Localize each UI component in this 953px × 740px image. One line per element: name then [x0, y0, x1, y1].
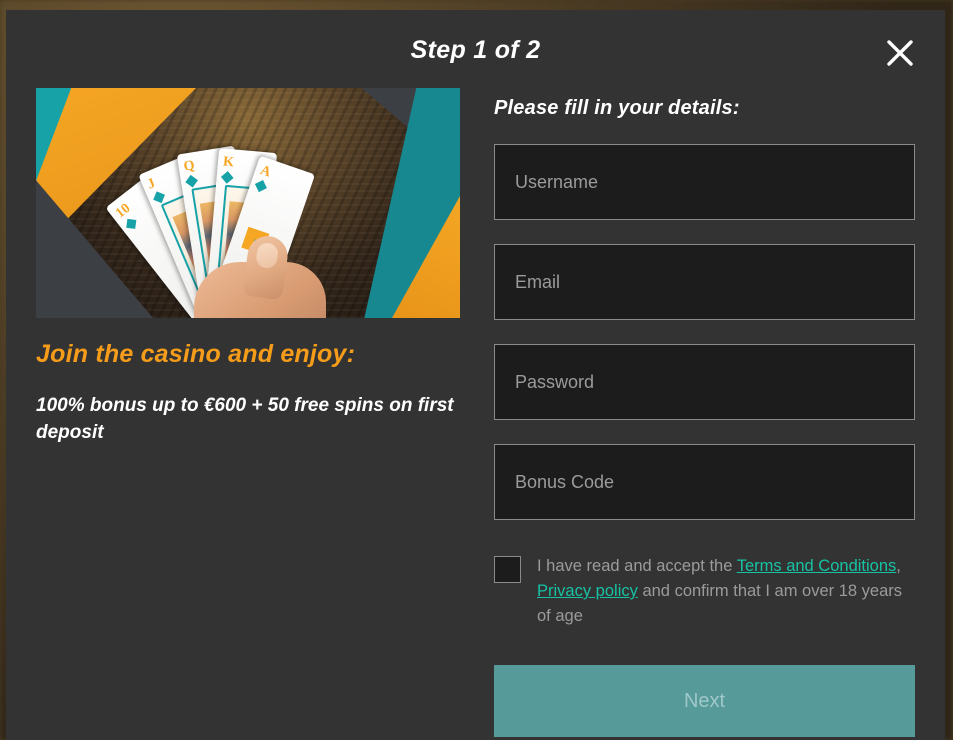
next-button[interactable]: Next	[494, 665, 915, 738]
diamond-pip-icon	[254, 180, 267, 193]
page-title: Step 1 of 2	[410, 36, 541, 64]
promo-subtext: 100% bonus up to €600 + 50 free spins on…	[36, 395, 454, 443]
diamond-pip-icon	[153, 191, 165, 204]
terms-middle: ,	[896, 557, 901, 575]
form-heading: Please fill in your details:	[494, 97, 740, 119]
registration-form: Please fill in your details: Username Em…	[494, 88, 915, 738]
username-placeholder: Username	[515, 171, 599, 192]
terms-prefix: I have read and accept the	[537, 557, 737, 575]
hand-illustration	[194, 232, 332, 318]
terms-checkbox[interactable]	[494, 556, 521, 583]
diamond-pip-icon	[126, 218, 137, 229]
diamond-pip-icon	[185, 174, 198, 188]
password-placeholder: Password	[515, 371, 595, 392]
next-button-label: Next	[683, 689, 726, 712]
promo-image: 10 J Q K A	[36, 88, 460, 318]
password-field[interactable]: Password	[494, 344, 915, 420]
email-placeholder: Email	[515, 271, 561, 292]
terms-text: I have read and accept the Terms and Con…	[537, 554, 915, 629]
card-rank: K	[222, 154, 235, 171]
card-rank: A	[258, 163, 273, 181]
card-rank: Q	[182, 158, 196, 175]
modal-body: 10 J Q K A Join the casino and enjoy: 10…	[6, 88, 945, 738]
bonus-code-field[interactable]: Bonus Code	[494, 444, 915, 520]
close-icon[interactable]	[880, 33, 920, 73]
diamond-pip-icon	[220, 171, 234, 184]
terms-row: I have read and accept the Terms and Con…	[494, 554, 915, 629]
promo-column: 10 J Q K A Join the casino and enjoy: 10…	[36, 88, 460, 737]
privacy-policy-link[interactable]: Privacy policy	[537, 582, 638, 600]
terms-and-conditions-link[interactable]: Terms and Conditions	[737, 557, 897, 575]
email-field[interactable]: Email	[494, 244, 915, 320]
bonus-code-placeholder: Bonus Code	[515, 471, 615, 492]
promo-heading: Join the casino and enjoy:	[36, 340, 356, 368]
username-field[interactable]: Username	[494, 144, 915, 220]
modal-header: Step 1 of 2	[6, 10, 945, 88]
registration-modal: Step 1 of 2 10 J Q K A Join the casino a…	[6, 10, 945, 740]
